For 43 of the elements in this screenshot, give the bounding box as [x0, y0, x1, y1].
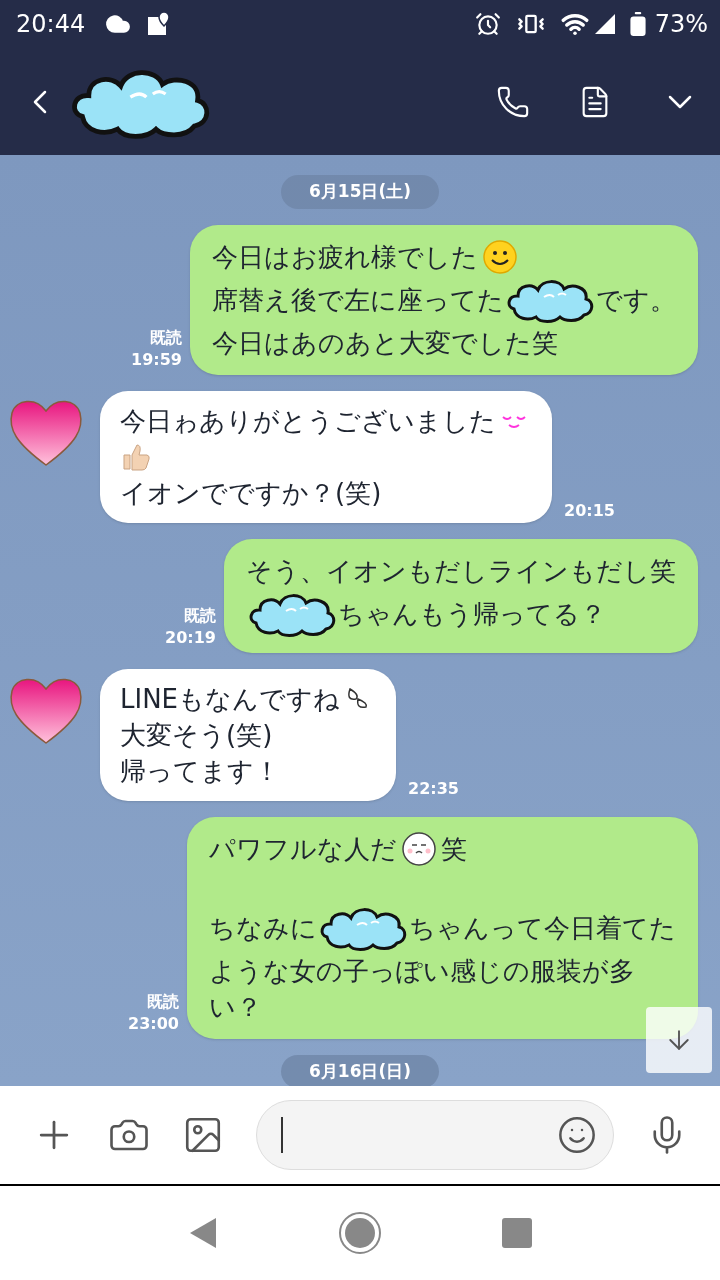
message-bubble[interactable]: 今日ゎありがとうございました イオンでですか？(笑) [100, 390, 552, 523]
message-text: 帰ってます！ [120, 754, 280, 788]
message-time: 20:15 [564, 499, 615, 522]
message-text: 大変そう(笑) [120, 718, 273, 752]
message-text: LINEもなんですね [120, 682, 341, 716]
message-text: 今日はあのあと大変でした笑 [212, 326, 558, 360]
smiley-emoji-icon [482, 238, 518, 275]
message-bubble[interactable]: LINEもなんですね 大変そう(笑) 帰ってます！ [100, 668, 397, 801]
phone-icon [496, 84, 530, 119]
read-receipt: 既読 [150, 326, 182, 349]
message-time: 23:00 [128, 1012, 179, 1035]
message-text: い？ [209, 990, 262, 1024]
message-text: イオンでですか？(笑) [120, 476, 382, 510]
message-text: 今日はお疲れ様でした [212, 240, 478, 274]
message-text: ちゃんって今日着てた [409, 911, 676, 945]
message-time: 20:19 [165, 626, 216, 649]
message-bubble[interactable]: そう、イオンもだしラインもだし笑 ちゃんもう帰ってる？ [224, 538, 698, 653]
message-text: です。 [596, 283, 676, 317]
read-receipt: 既読 [147, 990, 179, 1013]
message-text: 笑 [441, 832, 467, 866]
message-text: ちゃんもう帰ってる？ [338, 597, 606, 631]
home-nav-icon[interactable] [338, 1211, 382, 1255]
alarm-icon [474, 11, 501, 37]
face-emoji-icon [401, 830, 437, 867]
message-time: 19:59 [131, 348, 182, 371]
map-pin-icon [147, 11, 172, 37]
message-text: ちなみに [209, 911, 317, 945]
message-text: パワフルな人だ [209, 832, 397, 866]
status-time: 20:44 [16, 9, 86, 40]
message-time: 22:35 [408, 777, 459, 800]
back-nav-icon[interactable] [188, 1216, 218, 1250]
battery-level: 73% [654, 9, 708, 40]
date-label: 6月16日(日) [281, 1054, 439, 1086]
read-receipt: 既読 [184, 604, 216, 627]
emoji-icon[interactable] [557, 1115, 597, 1155]
message-text: 席替え後で左に座ってた [212, 283, 504, 317]
message-text: 今日ゎありがとうございました [120, 404, 496, 438]
message-text: そう、イオンもだしラインもだし笑 [246, 554, 676, 588]
message-text: ような女の子っぽい感じの服装が多 [209, 954, 635, 988]
message-bubble[interactable]: 今日はお疲れ様でした 席替え後で左に座ってた です。 今日はあのあと大変でした笑 [190, 224, 698, 375]
message-bubble[interactable]: パワフルな人だ 笑 ちなみに ちゃんって今日着てた ような女の子っぽい感じの服装が多 い？ [187, 816, 698, 1039]
date-label: 6月15日(土) [281, 175, 439, 209]
call-button[interactable] [496, 84, 530, 119]
